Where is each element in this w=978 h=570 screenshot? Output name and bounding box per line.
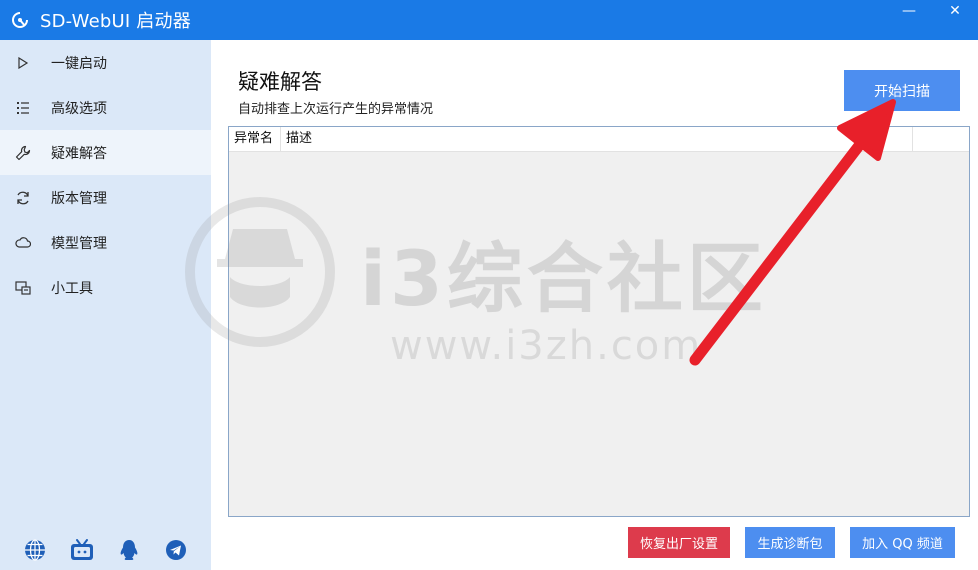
page-title: 疑难解答 — [238, 70, 322, 94]
close-button[interactable]: ✕ — [932, 0, 978, 22]
sidebar-item-versions[interactable]: 版本管理 — [0, 175, 211, 220]
factory-reset-button[interactable]: 恢复出厂设置 — [628, 527, 730, 558]
sidebar-item-label: 高级选项 — [51, 100, 107, 117]
sidebar-footer — [0, 538, 211, 562]
sidebar-item-label: 小工具 — [51, 280, 93, 297]
start-scan-button[interactable]: 开始扫描 — [844, 70, 960, 111]
table-header: 异常名 描述 — [229, 127, 969, 152]
refresh-icon — [14, 189, 32, 207]
column-header-description[interactable]: 描述 — [281, 127, 913, 151]
wrench-icon — [14, 144, 32, 162]
title-bar: SD-WebUI 启动器 — ✕ — [0, 0, 978, 40]
join-qq-channel-button[interactable]: 加入 QQ 频道 — [850, 527, 955, 558]
globe-icon[interactable] — [23, 538, 47, 562]
qq-icon[interactable] — [117, 538, 141, 562]
sidebar-item-troubleshoot[interactable]: 疑难解答 — [0, 130, 211, 175]
generate-diagnostic-button[interactable]: 生成诊断包 — [745, 527, 835, 558]
launcher-logo-icon — [0, 0, 40, 40]
page-subtitle: 自动排查上次运行产生的异常情况 — [238, 102, 434, 117]
sidebar-item-advanced[interactable]: 高级选项 — [0, 85, 211, 130]
column-header-filler — [913, 127, 969, 151]
column-header-issue-name[interactable]: 异常名 — [229, 127, 281, 151]
list-icon — [14, 99, 32, 117]
window-controls: — ✕ — [886, 0, 978, 40]
telegram-icon[interactable] — [164, 538, 188, 562]
sidebar-item-label: 模型管理 — [51, 235, 107, 252]
sidebar-item-label: 版本管理 — [51, 190, 107, 207]
sidebar-item-label: 疑难解答 — [51, 145, 107, 162]
issues-table[interactable]: 异常名 描述 — [228, 126, 970, 517]
sidebar-item-quick-start[interactable]: 一键启动 — [0, 40, 211, 85]
bilibili-icon[interactable] — [70, 538, 94, 562]
tools-icon — [14, 279, 32, 297]
cloud-icon — [14, 234, 32, 252]
sidebar-item-tools[interactable]: 小工具 — [0, 265, 211, 310]
sidebar: 一键启动 高级选项 疑难解答 版本管理 模型管理 小工具 — [0, 40, 211, 570]
minimize-button[interactable]: — — [886, 0, 932, 22]
sidebar-item-label: 一键启动 — [51, 55, 107, 72]
window-title: SD-WebUI 启动器 — [40, 11, 191, 32]
main-panel: 疑难解答 自动排查上次运行产生的异常情况 开始扫描 异常名 描述 恢复出厂设置 … — [211, 40, 978, 570]
play-icon — [14, 54, 32, 72]
sidebar-item-models[interactable]: 模型管理 — [0, 220, 211, 265]
